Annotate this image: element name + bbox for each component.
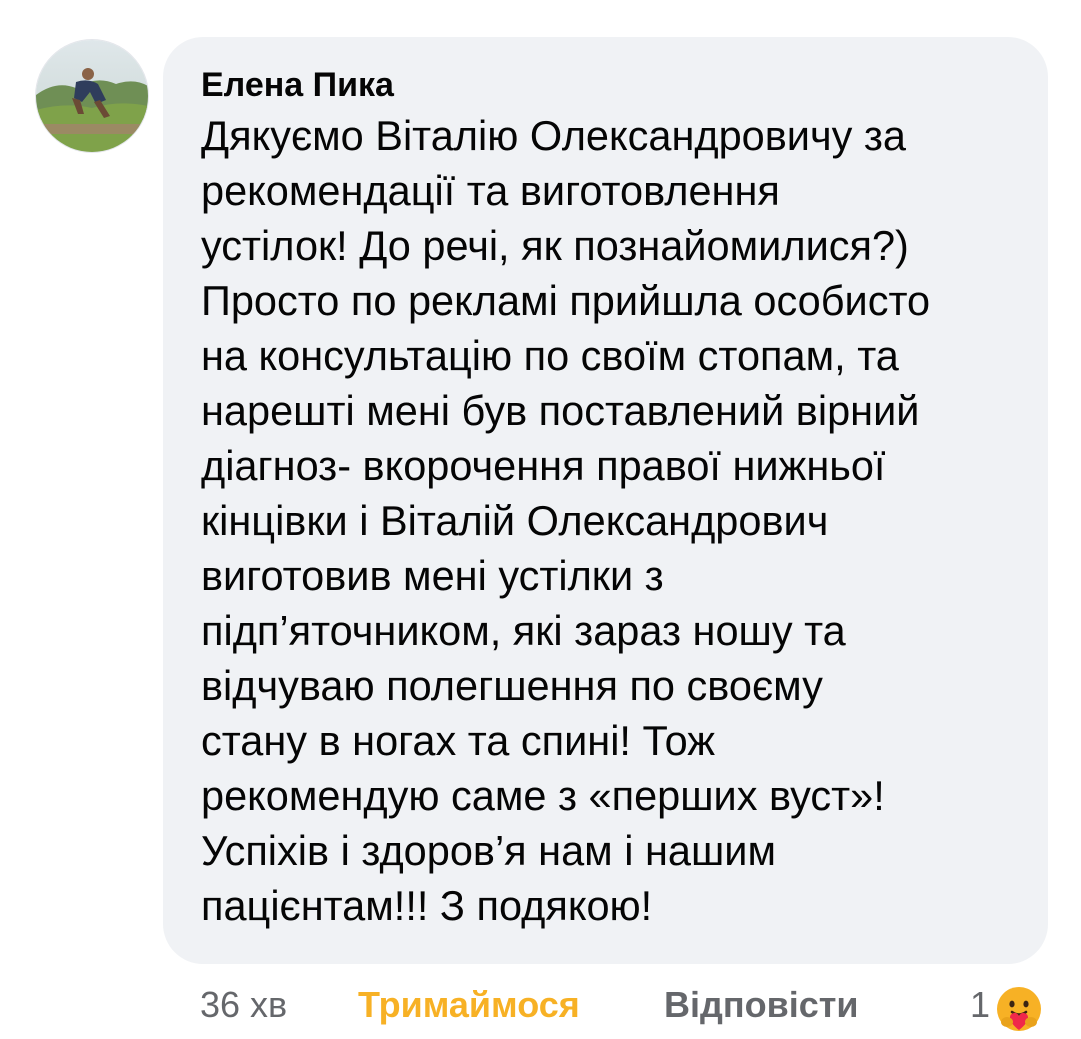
comment-author[interactable]: Елена Пика	[201, 64, 1018, 106]
comment-text-line: рекомендації та виготовлення	[201, 167, 780, 214]
comment-text-line: стану в ногах та спині! Тож	[201, 717, 715, 764]
comment-text-line: нарешті мені був поставлений вірний	[201, 387, 920, 434]
comment-text-line: виготовив мені устілки з	[201, 552, 664, 599]
comment-actions: 36 хв Тримаймося Відповісти 1	[0, 980, 1081, 1030]
comment-text-line: на консультацію по своїм стопам, та	[201, 332, 899, 379]
comment-text-line: Дякуємо Віталію Олександровичу за	[201, 112, 906, 159]
reply-button[interactable]: Відповісти	[664, 980, 859, 1030]
comment-text-line: устілок! До речі, як познайомилися?)	[201, 222, 909, 269]
reaction-count[interactable]: 1	[970, 980, 990, 1030]
comment-text-line: Просто по рекламі прийшла особисто	[201, 277, 931, 324]
avatar-image	[36, 40, 148, 152]
comment-text-line: кінцівки і Віталій Олександрович	[201, 497, 829, 544]
comment-text-line: рекомендую саме з «перших вуст»!	[201, 772, 885, 819]
care-reaction-icon[interactable]	[992, 982, 1046, 1036]
comment-text: Дякуємо Віталію Олександровичу за рекоме…	[201, 108, 1018, 933]
comment-text-line: діагноз- вкорочення правої нижньої	[201, 442, 886, 489]
comment-timestamp[interactable]: 36 хв	[200, 980, 287, 1030]
comment-text-line: підп’яточником, які зараз ношу та	[201, 607, 846, 654]
comment-text-line: Успіхів і здоров’я нам і нашим	[201, 827, 776, 874]
comment-text-line: пацієнтам!!! З подякою!	[201, 882, 653, 929]
react-button[interactable]: Тримаймося	[358, 980, 580, 1030]
comment-text-line: відчуваю полегшення по своєму	[201, 662, 823, 709]
avatar[interactable]	[36, 40, 148, 152]
comment-bubble: Елена Пика Дякуємо Віталію Олександрович…	[163, 37, 1048, 964]
